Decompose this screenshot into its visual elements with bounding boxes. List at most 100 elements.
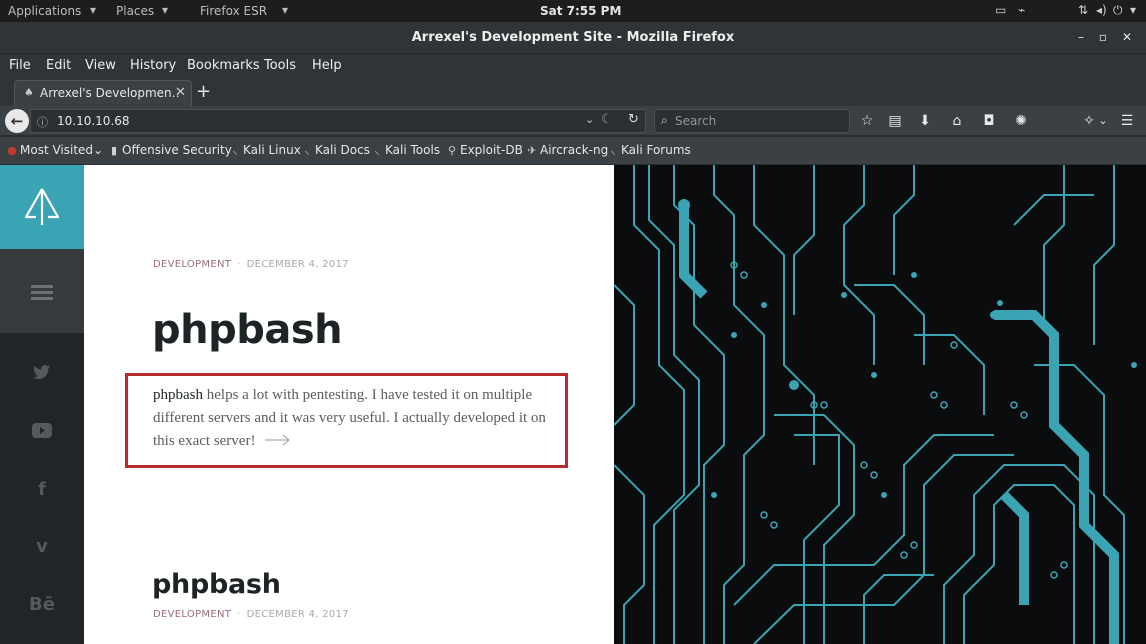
menu-history[interactable]: History [130,58,176,73]
bookmark-most-visited[interactable]: ● Most Visited⌄ [6,143,103,157]
kali-dragon-icon: ⸜ [374,144,380,157]
aircrack-icon: ✈ [527,144,537,157]
new-tab-button[interactable]: + [196,81,211,102]
page-viewport: f v Bē DEVELOPMENT · DECEMBER 4, 2017 phpb… [0,165,1146,644]
menu-file[interactable]: File [9,58,31,73]
places-dropdown-icon: ▾ [162,3,169,17]
menu-view[interactable]: View [85,58,116,73]
menu-bookmarks[interactable]: Bookmarks [187,58,260,73]
post-title[interactable]: phpbash [152,569,281,600]
places-menu[interactable]: Places [116,4,154,18]
post-date[interactable]: DECEMBER 4, 2017 [247,609,349,620]
maximize-button[interactable]: ▫ [1095,29,1111,45]
firefox-icon: ● [7,144,17,157]
back-button[interactable]: ← [5,109,29,133]
post-meta: DEVELOPMENT · DECEMBER 4, 2017 [153,609,349,620]
meta-separator: · [237,609,241,620]
minimize-button[interactable]: – [1073,29,1089,45]
volume-icon[interactable]: ◂) [1096,3,1107,17]
window-title: Arrexel's Development Site - Mozilla Fir… [411,30,735,45]
home-icon[interactable]: ⌂ [948,112,966,130]
pocket-icon[interactable]: ◘ [980,112,998,130]
bookmark-offensive-security[interactable]: ▮ Offensive Security [108,143,232,157]
bookmark-label: Aircrack-ng [540,143,609,157]
url-history-dropdown-icon[interactable]: ⌄ [585,113,594,126]
search-bar[interactable]: ⌕ [654,109,850,133]
close-tab-icon[interactable]: ✕ [175,85,186,100]
offsec-icon: ▮ [110,144,118,157]
tracking-protection-icon[interactable]: ☾ [601,112,613,127]
post-meta: DEVELOPMENT · DECEMBER 4, 2017 [153,259,349,270]
post-category-link[interactable]: DEVELOPMENT [153,259,231,270]
applications-dropdown-icon: ▾ [90,3,97,17]
post-category-link[interactable]: DEVELOPMENT [153,609,231,620]
kali-dragon-icon: ⸜ [610,144,616,157]
tab-label: Arrexel's Developmen… [40,86,180,100]
menu-edit[interactable]: Edit [46,58,71,73]
read-more-arrow-icon[interactable] [265,430,291,453]
hamburger-icon [31,285,53,300]
power-icon[interactable]: ⏻ [1113,3,1123,18]
behance-icon[interactable]: Bē [0,594,84,615]
page-favicon-icon: ♠ [24,86,34,99]
bookmark-aircrack-ng[interactable]: ✈ Aircrack-ng [526,143,608,157]
applications-menu[interactable]: Applications [8,4,81,18]
hamburger-menu-icon[interactable]: ☰ [1118,112,1136,130]
bookmark-kali-tools[interactable]: ⸜ Kali Tools [371,143,440,158]
twitter-icon[interactable] [0,364,84,385]
bookmark-kali-linux[interactable]: ⸜ Kali Linux [229,143,301,158]
clock[interactable]: Sat 7:55 PM [540,4,621,18]
chevron-down-icon: ⌄ [93,143,104,157]
site-logo[interactable] [0,165,84,249]
post-excerpt: phpbash helps a lot with pentesting. I h… [153,384,553,453]
bookmark-label: Exploit-DB [460,143,523,157]
tab-active[interactable]: ♠ Arrexel's Developmen… ✕ [14,80,192,106]
youtube-icon[interactable] [0,422,84,443]
vimeo-icon[interactable]: v [0,536,84,557]
downloads-icon[interactable]: ⬇ [916,112,934,130]
exploitdb-icon: ⚲ [447,144,457,157]
navigation-toolbar: ← ⓘ 10.10.10.68 ⌄ ☾ ↻ ⌕ ☆ ▤ ⬇ ⌂ ◘ ✺ ✧ ⌄ … [0,106,1146,136]
bookmark-exploit-db[interactable]: ⚲ Exploit-DB [446,143,523,157]
bookmark-label: Kali Tools [385,143,441,157]
meta-separator: · [237,259,241,270]
search-input[interactable] [675,112,845,130]
site-info-icon[interactable]: ⓘ [37,114,48,130]
circuit-hero-image [614,165,1146,644]
menu-help[interactable]: Help [312,58,342,73]
excerpt-text: helps a lot with pentesting. I have test… [153,387,546,449]
tab-bar: ♠ Arrexel's Developmen… ✕ + [0,78,1146,106]
facebook-icon[interactable]: f [0,479,84,500]
post-title[interactable]: phpbash [152,307,343,353]
bookmark-star-icon[interactable]: ☆ [858,112,876,130]
bookmarks-toolbar: ● Most Visited⌄ ▮ Offensive Security ⸜ Kali… [0,137,1146,164]
bookmark-label: Kali Linux [243,143,301,157]
search-icon: ⌕ [661,113,668,127]
bookmark-label: Most Visited [20,143,94,157]
addon-dropdown-icon[interactable]: ⌄ [1094,112,1112,130]
usb-icon[interactable]: ⌁ [1018,3,1025,17]
network-icon[interactable]: ⇅ [1078,3,1088,17]
reload-icon[interactable]: ↻ [628,112,639,127]
menu-toggle-button[interactable] [0,249,84,333]
screen-icon[interactable]: ▭ [995,3,1006,17]
window-titlebar: Arrexel's Development Site - Mozilla Fir… [0,22,1146,54]
bookmark-label: Kali Forums [621,143,691,157]
kali-dragon-icon: ⸜ [304,144,310,157]
bookmark-label: Offensive Security [122,143,232,157]
bookmark-kali-docs[interactable]: ⸜ Kali Docs [301,143,370,158]
kali-dragon-icon: ⸜ [232,144,238,157]
system-menu-dropdown-icon[interactable]: ▾ [1130,3,1136,17]
article-list: DEVELOPMENT · DECEMBER 4, 2017 phpbash php… [84,165,614,644]
post-date[interactable]: DECEMBER 4, 2017 [247,259,349,270]
app-menu[interactable]: Firefox ESR [200,4,267,18]
menu-tools[interactable]: Tools [264,58,296,73]
system-top-bar: Applications ▾ Places ▾ Firefox ESR ▾ Sa… [0,0,1146,22]
extension-icon[interactable]: ✺ [1012,112,1030,130]
url-text[interactable]: 10.10.10.68 [57,114,130,128]
bookmark-kali-forums[interactable]: ⸜ Kali Forums [607,143,691,158]
reading-list-icon[interactable]: ▤ [886,112,904,130]
app-menu-dropdown-icon: ▾ [282,3,289,17]
close-window-button[interactable]: ✕ [1119,29,1135,45]
url-bar[interactable]: ⓘ 10.10.10.68 ⌄ ☾ ↻ [30,109,646,133]
